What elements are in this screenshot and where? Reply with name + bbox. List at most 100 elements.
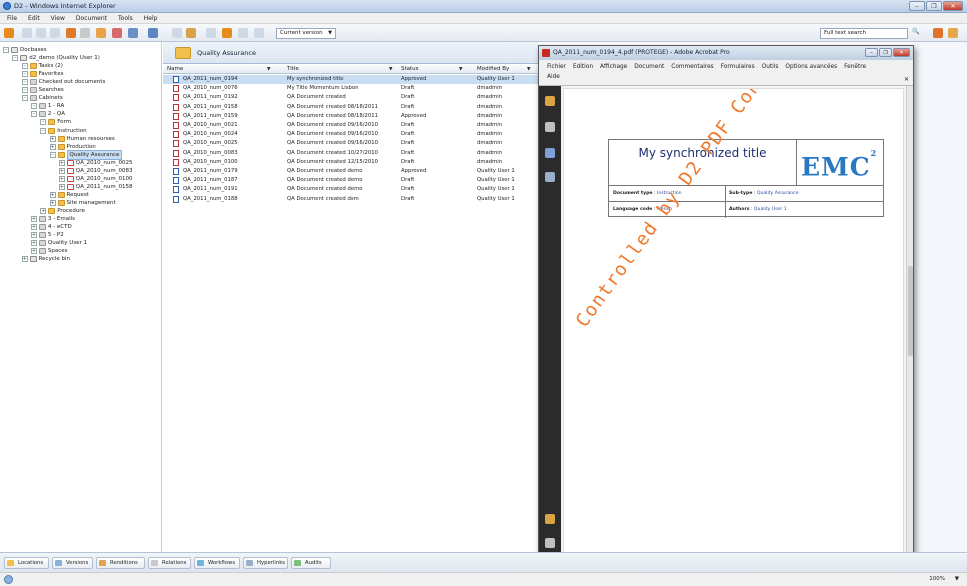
tree-item[interactable]: – Checked out documents: [21, 78, 105, 86]
zoom-level[interactable]: 100%: [929, 576, 945, 582]
tree-item[interactable]: – d2_demo (Quality User 1): [12, 54, 100, 62]
acrobat-menu-item[interactable]: Fichier: [547, 64, 566, 70]
column-title[interactable]: Title: [287, 65, 299, 74]
tab-audits[interactable]: Audits: [291, 557, 331, 569]
acrobat-menu-item[interactable]: Outils: [762, 64, 779, 70]
edit-icon[interactable]: [66, 28, 76, 38]
tree-item[interactable]: + Recycle bin: [21, 255, 70, 263]
bookmarks-icon[interactable]: [545, 148, 555, 158]
acrobat-menu-item[interactable]: Document: [634, 64, 664, 70]
tree-item[interactable]: + Human resourses: [49, 135, 115, 143]
search-icon[interactable]: 🔍: [912, 28, 922, 38]
expand-toggle-icon[interactable]: –: [30, 103, 37, 110]
expand-toggle-icon[interactable]: +: [49, 199, 56, 206]
table-row[interactable]: QA_2010_num_0025 QA Document created 09/1…: [163, 139, 538, 148]
tree-item[interactable]: +3 - Emails: [30, 215, 75, 223]
menu-tools[interactable]: Tools: [118, 13, 133, 23]
full-text-search-input[interactable]: Full text search: [820, 28, 908, 39]
expand-toggle-icon[interactable]: +: [30, 248, 37, 255]
expand-toggle-icon[interactable]: –: [40, 127, 47, 134]
expand-toggle-icon[interactable]: –: [3, 47, 9, 53]
tab-versions[interactable]: Versions: [52, 557, 93, 569]
minimize-button[interactable]: –: [909, 1, 925, 11]
expand-toggle-icon[interactable]: +: [49, 191, 56, 198]
tree-item[interactable]: – Instruction: [40, 127, 87, 135]
lock-icon[interactable]: [80, 28, 90, 38]
table-row[interactable]: QA_2010_num_0024 QA Document created 09/1…: [163, 130, 538, 139]
comments-icon[interactable]: [545, 514, 555, 524]
expand-toggle-icon[interactable]: +: [58, 159, 65, 166]
expand-toggle-icon[interactable]: +: [30, 216, 37, 223]
expand-toggle-icon[interactable]: +: [21, 256, 28, 263]
acrobat-menu-item[interactable]: Commentaires: [671, 64, 713, 70]
expand-toggle-icon[interactable]: +: [58, 167, 65, 174]
tree-item[interactable]: +4 - eCTD: [30, 223, 72, 231]
tree-item[interactable]: + QA_2010_num_0100: [58, 175, 132, 183]
tab-workflows[interactable]: Workflows: [194, 557, 240, 569]
expand-toggle-icon[interactable]: –: [49, 151, 56, 158]
paste-icon[interactable]: [50, 28, 60, 38]
export-icon[interactable]: [128, 28, 138, 38]
table-row[interactable]: QA_2011_num_0179 QA Document created demo…: [163, 167, 538, 176]
menu-edit[interactable]: Edit: [28, 13, 40, 23]
expand-toggle-icon[interactable]: +: [30, 240, 37, 247]
acrobat-menu-item[interactable]: Formulaires: [721, 64, 755, 70]
tab-renditions[interactable]: Renditions: [96, 557, 145, 569]
expand-toggle-icon[interactable]: +: [49, 135, 56, 142]
tree-item[interactable]: + Quality User 1: [30, 239, 87, 247]
close-document-icon[interactable]: ✕: [904, 76, 909, 83]
checkin-icon[interactable]: [96, 28, 106, 38]
import-icon[interactable]: [22, 28, 32, 38]
view-toggle-icon[interactable]: [238, 28, 248, 38]
tree-item[interactable]: – Tasks (2): [21, 62, 63, 70]
tree-item[interactable]: – 1 - RA: [30, 102, 64, 110]
expand-toggle-icon[interactable]: +: [30, 224, 37, 231]
table-row[interactable]: QA_2011_num_0187 QA Document created demo…: [163, 176, 538, 185]
tree-item[interactable]: +5 - P2: [30, 231, 64, 239]
workflow-icon[interactable]: [186, 28, 196, 38]
acrobat-menu-item[interactable]: Fenêtre: [844, 64, 866, 70]
table-row[interactable]: QA_2010_num_0076 My Title Momentum Lisbon…: [163, 84, 538, 93]
properties-icon[interactable]: [148, 28, 158, 38]
tab-hyperlinks[interactable]: Hyperlinks: [243, 557, 288, 569]
tree-item[interactable]: – 2 - QA: [30, 110, 65, 118]
table-row[interactable]: QA_2011_num_0192 QA Document created Draft…: [163, 93, 538, 102]
chevron-down-icon[interactable]: ▼: [527, 65, 530, 74]
column-modified-by[interactable]: Modified By: [477, 65, 509, 74]
tree-item[interactable]: + Procedure: [40, 207, 85, 215]
tree-item[interactable]: – Form: [40, 118, 71, 126]
table-row[interactable]: QA_2010_num_0100 QA Document created 12/1…: [163, 158, 538, 167]
lifecycle-icon[interactable]: [206, 28, 216, 38]
expand-toggle-icon[interactable]: +: [58, 183, 65, 190]
tree-item[interactable]: – Favorites: [21, 70, 63, 78]
acrobat-close-button[interactable]: ✕: [893, 48, 910, 57]
expand-toggle-icon[interactable]: –: [12, 55, 19, 62]
acrobat-menu-aide[interactable]: Aide: [547, 74, 560, 80]
chevron-down-icon[interactable]: ▼: [389, 65, 392, 74]
tree-item[interactable]: + Spaces: [30, 247, 68, 255]
table-row[interactable]: QA_2011_num_0158 QA Document created 08/1…: [163, 103, 538, 112]
pages-icon[interactable]: [545, 122, 555, 132]
scrollbar-thumb[interactable]: [908, 266, 913, 356]
refresh-icon[interactable]: [222, 28, 232, 38]
expand-toggle-icon[interactable]: –: [21, 71, 28, 78]
signatures-icon[interactable]: [545, 172, 555, 182]
menu-file[interactable]: File: [7, 13, 17, 23]
expand-toggle-icon[interactable]: –: [21, 63, 28, 70]
expand-toggle-icon[interactable]: +: [40, 208, 47, 214]
expand-toggle-icon[interactable]: –: [30, 111, 37, 118]
chevron-down-icon[interactable]: ▼: [267, 65, 270, 74]
expand-toggle-icon[interactable]: +: [49, 143, 56, 150]
acrobat-restore-button[interactable]: ❐: [879, 48, 892, 57]
close-button[interactable]: ✕: [943, 1, 963, 11]
acrobat-minimize-button[interactable]: –: [865, 48, 878, 57]
table-row[interactable]: QA_2011_num_0191 QA Document created demo…: [163, 185, 538, 194]
acrobat-menu-item[interactable]: Options avancées: [785, 64, 837, 70]
table-row[interactable]: QA_2011_num_0188 QA Document created dsm D…: [163, 195, 538, 204]
acrobat-menu-item[interactable]: Affichage: [600, 64, 627, 70]
restore-button[interactable]: ❐: [926, 1, 942, 11]
attachment-icon[interactable]: [545, 538, 555, 548]
expand-toggle-icon[interactable]: +: [58, 175, 65, 182]
tree-item[interactable]: + QA_2010_num_0083: [58, 167, 132, 175]
menu-document[interactable]: Document: [76, 13, 107, 23]
